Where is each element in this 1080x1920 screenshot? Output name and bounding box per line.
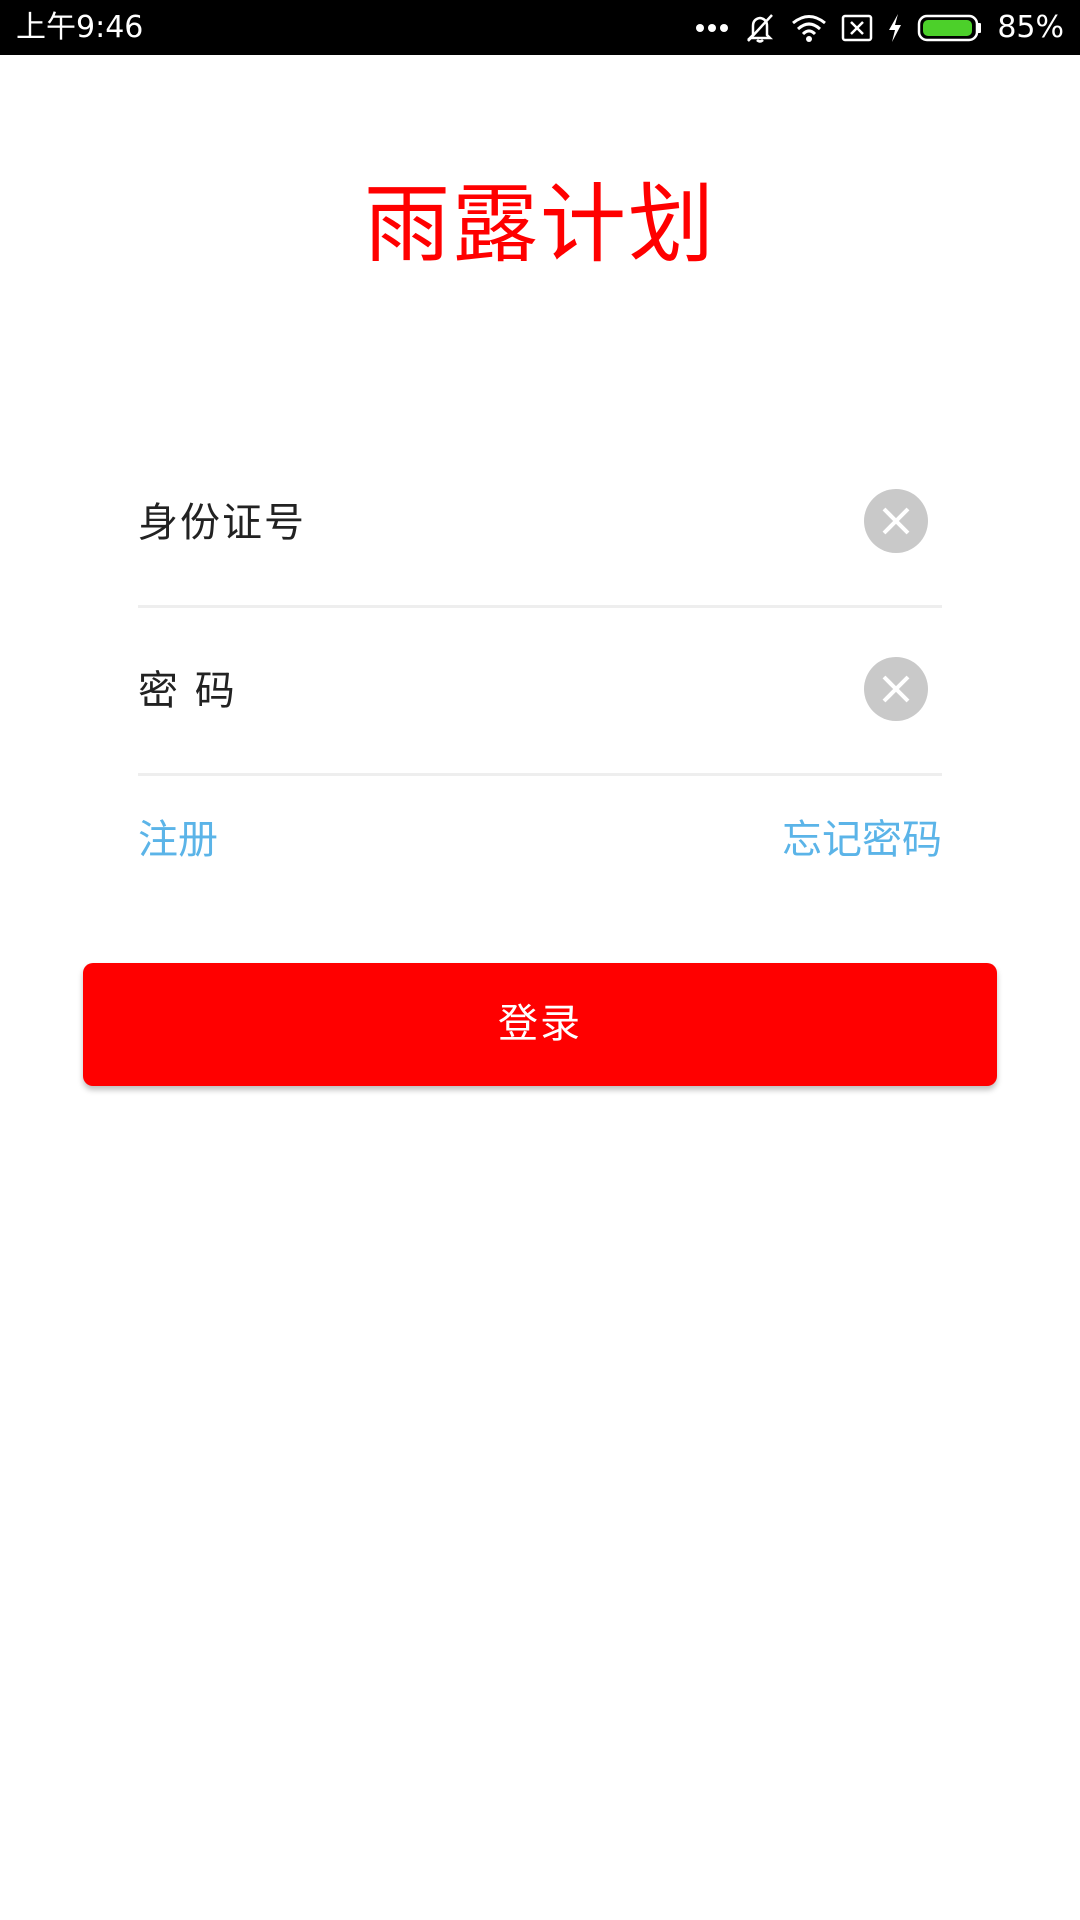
- mute-icon: [743, 0, 777, 55]
- id-number-label: 身份证号: [138, 500, 306, 546]
- wifi-icon: [791, 0, 827, 55]
- password-label: 密 码: [138, 668, 237, 714]
- login-button[interactable]: 登录: [83, 963, 997, 1086]
- status-icons: 85%: [681, 0, 1064, 55]
- id-number-input[interactable]: [308, 498, 812, 550]
- password-clear-button[interactable]: [864, 657, 928, 721]
- close-icon: [882, 507, 910, 535]
- status-time: 上午9:46: [16, 10, 144, 45]
- charging-icon: [887, 0, 903, 55]
- battery-icon: [917, 0, 983, 55]
- app-title: 雨露计划: [364, 175, 716, 275]
- id-number-field-row: 身份证号: [138, 468, 942, 608]
- password-input[interactable]: [308, 666, 812, 718]
- more-dots-icon: [695, 0, 729, 55]
- id-clear-button[interactable]: [864, 489, 928, 553]
- battery-percent: 85%: [997, 10, 1064, 45]
- password-field-row: 密 码: [138, 636, 942, 776]
- forgot-password-link[interactable]: 忘记密码: [782, 810, 942, 870]
- login-screen: 上午9:46 85% 雨露计划 身份证号 密 码 注册 忘记密码 登录: [0, 0, 1080, 1920]
- links-row: 注册 忘记密码: [138, 810, 942, 870]
- register-link[interactable]: 注册: [138, 810, 218, 870]
- sim-x-icon: [841, 0, 873, 55]
- status-bar: 上午9:46 85%: [0, 0, 1080, 55]
- close-icon: [882, 675, 910, 703]
